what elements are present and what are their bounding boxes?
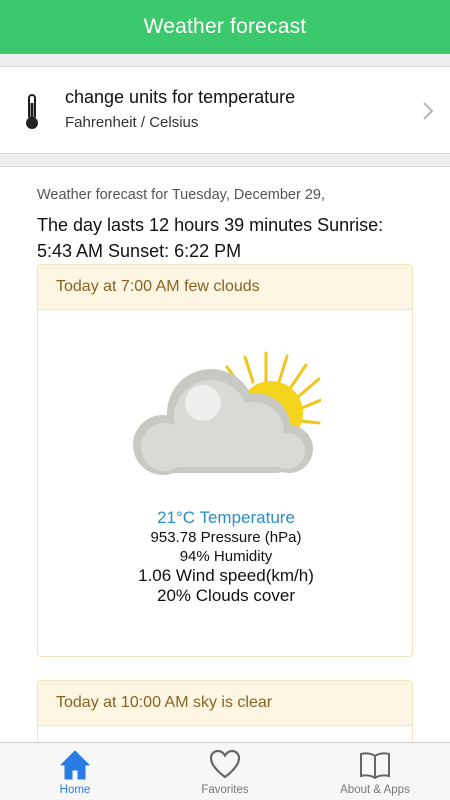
weather-values: 21°C Temperature 953.78 Pressure (hPa) 9… [38, 508, 412, 606]
tab-favorites-label: Favorites [201, 784, 249, 796]
forecast-content[interactable]: Weather forecast for Tuesday, December 2… [0, 166, 450, 742]
thermometer-icon [26, 94, 38, 129]
forecast-card: Today at 10:00 AM sky is clear [37, 680, 413, 742]
wind-speed-value: 1.06 Wind speed(km/h) [138, 566, 314, 585]
units-setting-subtitle: Fahrenheit / Celsius [65, 114, 199, 131]
clouds-cover-value: 20% Clouds cover [157, 586, 295, 605]
home-icon [60, 750, 90, 780]
pressure-value: 953.78 Pressure (hPa) [150, 529, 302, 546]
forecast-card: Today at 7:00 AM few clouds 21°C Tempera… [37, 264, 413, 657]
tab-favorites[interactable]: Favorites [150, 743, 300, 800]
temperature-units-setting[interactable]: change units for temperature Fahrenheit … [0, 66, 450, 154]
temperature-value: 21°C Temperature [157, 508, 295, 527]
tab-bar: Home Favorites About & Apps [0, 742, 450, 800]
humidity-value: 94% Humidity [179, 548, 273, 565]
book-icon [360, 752, 390, 780]
heart-icon [209, 749, 241, 779]
day-info: The day lasts 12 hours 39 minutes Sunris… [37, 215, 384, 261]
page-title: Weather forecast [143, 15, 307, 38]
forecast-intro: Weather forecast for Tuesday, December 2… [37, 187, 325, 203]
units-setting-title: change units for temperature [65, 87, 296, 107]
tab-home-label: Home [59, 784, 91, 796]
tab-about-apps[interactable]: About & Apps [300, 743, 450, 800]
app-header: Weather forecast [0, 0, 450, 54]
forecast-card-heading: Today at 10:00 AM sky is clear [38, 681, 412, 726]
forecast-card-heading: Today at 7:00 AM few clouds [38, 265, 412, 310]
partly-cloudy-icon [133, 351, 321, 475]
tab-home[interactable]: Home [0, 743, 150, 800]
tab-about-apps-label: About & Apps [340, 784, 410, 796]
chevron-right-icon [423, 102, 434, 120]
